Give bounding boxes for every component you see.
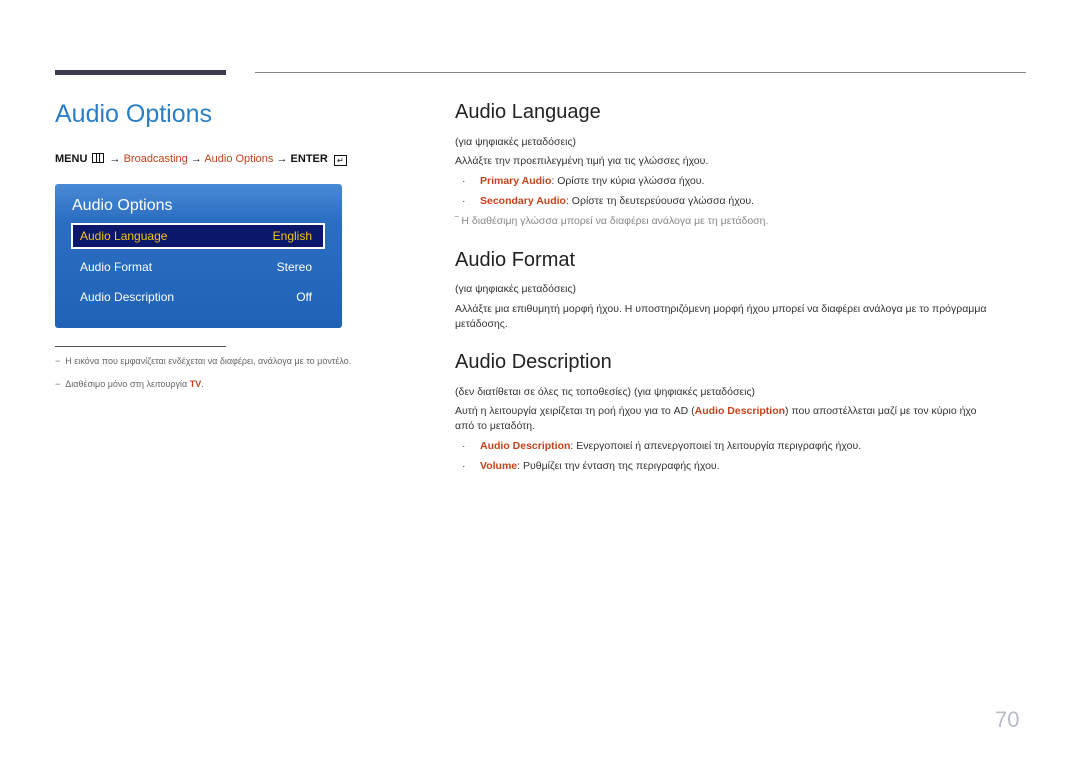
body-text-cont: από το μεταδότη.	[455, 420, 536, 432]
osd-item-label: Audio Description	[80, 290, 175, 304]
enter-label: ENTER	[290, 153, 328, 165]
osd-item-label: Audio Format	[80, 260, 153, 274]
qualifier: (δεν διατίθεται σε όλες τις τοποθεσίες) …	[455, 386, 756, 398]
tv-highlight: TV	[189, 379, 202, 389]
osd-item-audio-language[interactable]: Audio Language English	[71, 223, 325, 249]
footnote-tv-only: − Διαθέσιμο μόνο στη λειτουργία TV.	[55, 379, 204, 389]
arrow: →	[190, 153, 202, 165]
header-rule-thick	[55, 70, 226, 75]
bullet-primary-audio: · Primary Audio: Ορίστε την κύρια γλώσσα …	[462, 175, 705, 187]
page-title: Audio Options	[55, 100, 213, 128]
arrow: →	[109, 153, 121, 165]
note-language-availability: ‾ Η διαθέσιμη γλώσσα μπορεί να διαφέρει …	[455, 215, 769, 227]
arrow: →	[276, 153, 288, 165]
osd-title: Audio Options	[72, 197, 173, 214]
qualifier: (για ψηφιακές μεταδόσεις)	[455, 283, 577, 295]
osd-item-audio-description[interactable]: Audio Description Off	[71, 284, 325, 310]
osd-item-value: Off	[296, 290, 312, 304]
footnote-image-disclaimer: − Η εικόνα που εμφανίζεται ενδέχεται να δ…	[55, 356, 352, 366]
body-text: Αλλάξτε μια επιθυμητή μορφή ήχου. Η υποσ…	[455, 303, 987, 315]
bullet-secondary-audio: · Secondary Audio: Ορίστε τη δευτερεύουσα…	[462, 195, 755, 207]
breadcrumb-audio-options[interactable]: Audio Options	[204, 153, 273, 165]
body-text: Αυτή η λειτουργία χειρίζεται τη ροή ήχου…	[455, 405, 977, 417]
bullet-volume: · Volume: Ρυθμίζει την ένταση της περιγρα…	[462, 460, 720, 472]
osd-item-label: Audio Language	[80, 229, 168, 243]
osd-item-audio-format[interactable]: Audio Format Stereo	[71, 254, 325, 280]
heading-audio-description: Audio Description	[455, 351, 612, 373]
osd-menu-audio-options: Audio Options Audio Language English Aud…	[55, 184, 342, 328]
body-text-cont: μετάδοσης.	[455, 318, 508, 330]
breadcrumb-broadcasting[interactable]: Broadcasting	[124, 153, 188, 165]
menu-label: MENU	[55, 153, 88, 165]
menu-path: MENU → Broadcasting → Audio Options → EN…	[55, 153, 347, 166]
heading-audio-format: Audio Format	[455, 249, 576, 271]
osd-item-value: English	[272, 229, 312, 243]
header-rule-thin	[255, 72, 1026, 73]
heading-audio-language: Audio Language	[455, 101, 601, 123]
enter-icon: ↵	[333, 155, 347, 166]
bullet-audio-description: · Audio Description: Ενεργοποιεί ή απενερ…	[462, 440, 862, 452]
osd-item-value: Stereo	[276, 260, 312, 274]
menu-icon	[92, 153, 105, 163]
qualifier: (για ψηφιακές μεταδόσεις)	[455, 136, 577, 148]
page-number: 70	[995, 707, 1020, 732]
footnote-rule	[55, 346, 226, 347]
body-text: Αλλάξτε την προεπιλεγμένη τιμή για τις γ…	[455, 155, 709, 167]
